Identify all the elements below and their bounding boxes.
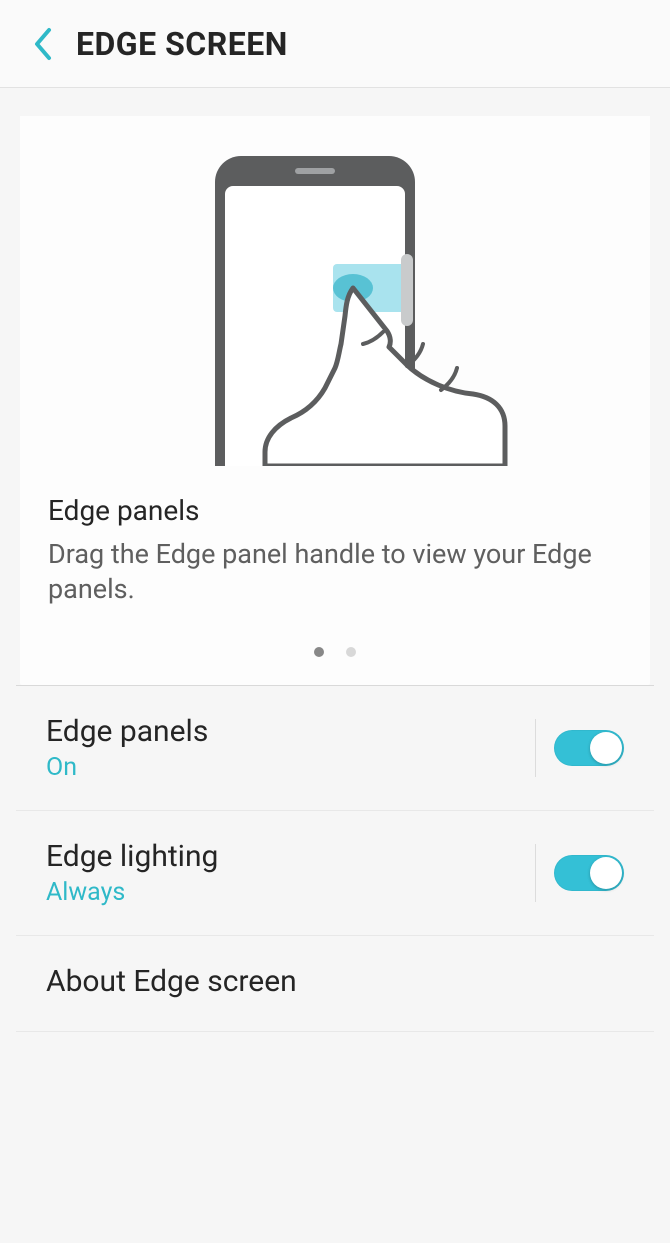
card-description: Drag the Edge panel handle to view your … bbox=[20, 537, 650, 619]
setting-status: Always bbox=[46, 878, 525, 907]
page-dot[interactable] bbox=[314, 647, 324, 657]
divider bbox=[535, 844, 536, 902]
edge-panel-illustration bbox=[20, 116, 650, 466]
setting-about-edge-screen[interactable]: About Edge screen bbox=[16, 936, 654, 1032]
edge-lighting-toggle[interactable] bbox=[554, 855, 624, 891]
setting-text: Edge panels On bbox=[46, 714, 525, 782]
setting-text: About Edge screen bbox=[46, 964, 624, 1003]
page-dot[interactable] bbox=[346, 647, 356, 657]
toggle-knob bbox=[590, 732, 622, 764]
edge-panels-toggle[interactable] bbox=[554, 730, 624, 766]
page-title: EDGE SCREEN bbox=[76, 25, 288, 63]
info-card: Edge panels Drag the Edge panel handle t… bbox=[20, 116, 650, 685]
header-bar: EDGE SCREEN bbox=[0, 0, 670, 88]
toggle-knob bbox=[590, 857, 622, 889]
setting-text: Edge lighting Always bbox=[46, 839, 525, 907]
page-indicator bbox=[20, 619, 650, 685]
setting-title: Edge panels bbox=[46, 714, 525, 749]
setting-status: On bbox=[46, 753, 525, 782]
settings-list: Edge panels On Edge lighting Always Abou… bbox=[16, 685, 654, 1032]
back-button[interactable] bbox=[12, 0, 72, 88]
setting-title: Edge lighting bbox=[46, 839, 525, 874]
setting-edge-panels[interactable]: Edge panels On bbox=[16, 686, 654, 811]
setting-title: About Edge screen bbox=[46, 964, 624, 999]
chevron-left-icon bbox=[31, 26, 53, 62]
divider bbox=[535, 719, 536, 777]
card-title: Edge panels bbox=[20, 466, 650, 537]
setting-edge-lighting[interactable]: Edge lighting Always bbox=[16, 811, 654, 936]
